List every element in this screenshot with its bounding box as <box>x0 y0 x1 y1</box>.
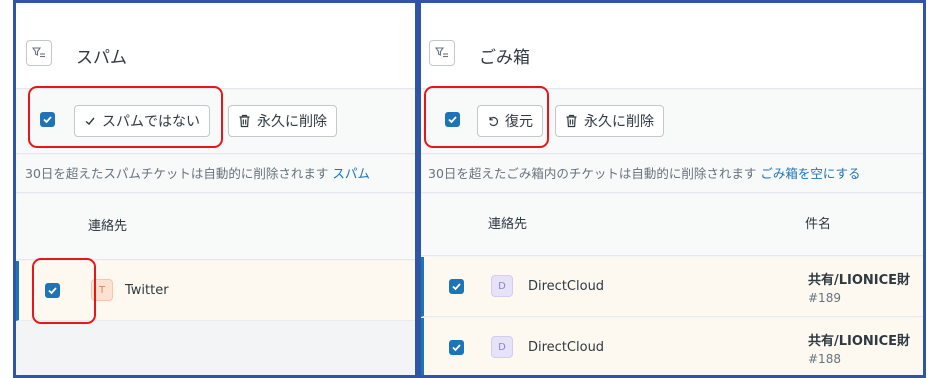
restore-label: 復元 <box>505 114 533 130</box>
delete-permanently-label: 永久に削除 <box>584 114 654 130</box>
page-title: スパム <box>76 48 127 68</box>
check-icon <box>43 116 52 124</box>
check-icon <box>452 283 461 291</box>
auto-delete-notice: 30日を超えたスパムチケットは自動的に削除されます スパム <box>16 155 415 193</box>
select-all-checkbox[interactable] <box>445 112 460 127</box>
avatar: D <box>491 275 513 297</box>
table-header: 連絡先 <box>16 194 415 260</box>
ticket-subject[interactable]: 共有/LIONICE財 <box>808 269 910 288</box>
spam-toolbar: スパムではない 永久に削除 <box>16 90 415 154</box>
contact-column-header[interactable]: 連絡先 <box>88 194 127 260</box>
trash-panel: ごみ箱 復元 永久に削除 30日を超えたごみ箱内のチケットは自動的に削除されます… <box>418 0 926 378</box>
check-icon <box>84 115 96 127</box>
filter-button[interactable] <box>429 40 455 66</box>
empty-trash-link[interactable]: ごみ箱を空にする <box>760 166 860 181</box>
empty-spam-link[interactable]: スパム <box>332 166 370 181</box>
contact-name[interactable]: DirectCloud <box>528 340 604 355</box>
notice-text: 30日を超えたスパムチケットは自動的に削除されます <box>25 166 329 181</box>
delete-permanently-label: 永久に削除 <box>257 114 327 130</box>
notice-text: 30日を超えたごみ箱内のチケットは自動的に削除されます <box>428 166 757 181</box>
delete-permanently-button[interactable]: 永久に削除 <box>228 105 337 137</box>
filter-icon <box>435 47 448 58</box>
restore-button[interactable]: 復元 <box>477 105 543 137</box>
delete-permanently-button[interactable]: 永久に削除 <box>555 105 664 137</box>
select-all-checkbox[interactable] <box>40 112 55 127</box>
table-row[interactable]: T Twitter <box>16 261 415 321</box>
not-spam-label: スパムではない <box>102 114 200 130</box>
ticket-number: #189 <box>808 291 841 305</box>
subject-column-header[interactable]: 件名 <box>805 194 831 256</box>
table-header: 連絡先 件名 <box>421 194 923 256</box>
restore-icon <box>487 115 499 127</box>
page-title: ごみ箱 <box>479 48 530 68</box>
avatar: D <box>491 336 513 358</box>
spam-header: スパム <box>16 3 415 89</box>
auto-delete-notice: 30日を超えたごみ箱内のチケットは自動的に削除されます ごみ箱を空にする <box>421 155 923 193</box>
check-icon <box>448 116 457 124</box>
trash-icon <box>565 114 578 128</box>
trash-icon <box>238 114 251 128</box>
not-spam-button[interactable]: スパムではない <box>74 105 210 137</box>
trash-toolbar: 復元 永久に削除 <box>421 90 923 154</box>
table-row[interactable]: D DirectCloud 共有/LIONICE財 #189 <box>421 257 923 317</box>
ticket-subject[interactable]: 共有/LIONICE財 <box>808 330 910 349</box>
filter-button[interactable] <box>26 40 52 66</box>
filter-icon <box>32 47 45 58</box>
check-icon <box>48 287 57 295</box>
row-checkbox[interactable] <box>449 279 464 294</box>
check-icon <box>452 344 461 352</box>
table-row[interactable]: D DirectCloud 共有/LIONICE財 #188 <box>421 318 923 375</box>
contact-column-header[interactable]: 連絡先 <box>488 194 527 256</box>
ticket-number: #188 <box>808 352 841 366</box>
spam-panel: スパム スパムではない 永久に削除 30日を超えたスパムチケットは自動的に削除さ… <box>13 0 418 378</box>
row-checkbox[interactable] <box>45 283 60 298</box>
trash-header: ごみ箱 <box>421 3 923 89</box>
contact-name[interactable]: Twitter <box>125 283 169 298</box>
row-checkbox[interactable] <box>449 340 464 355</box>
avatar: T <box>91 279 113 301</box>
contact-name[interactable]: DirectCloud <box>528 279 604 294</box>
